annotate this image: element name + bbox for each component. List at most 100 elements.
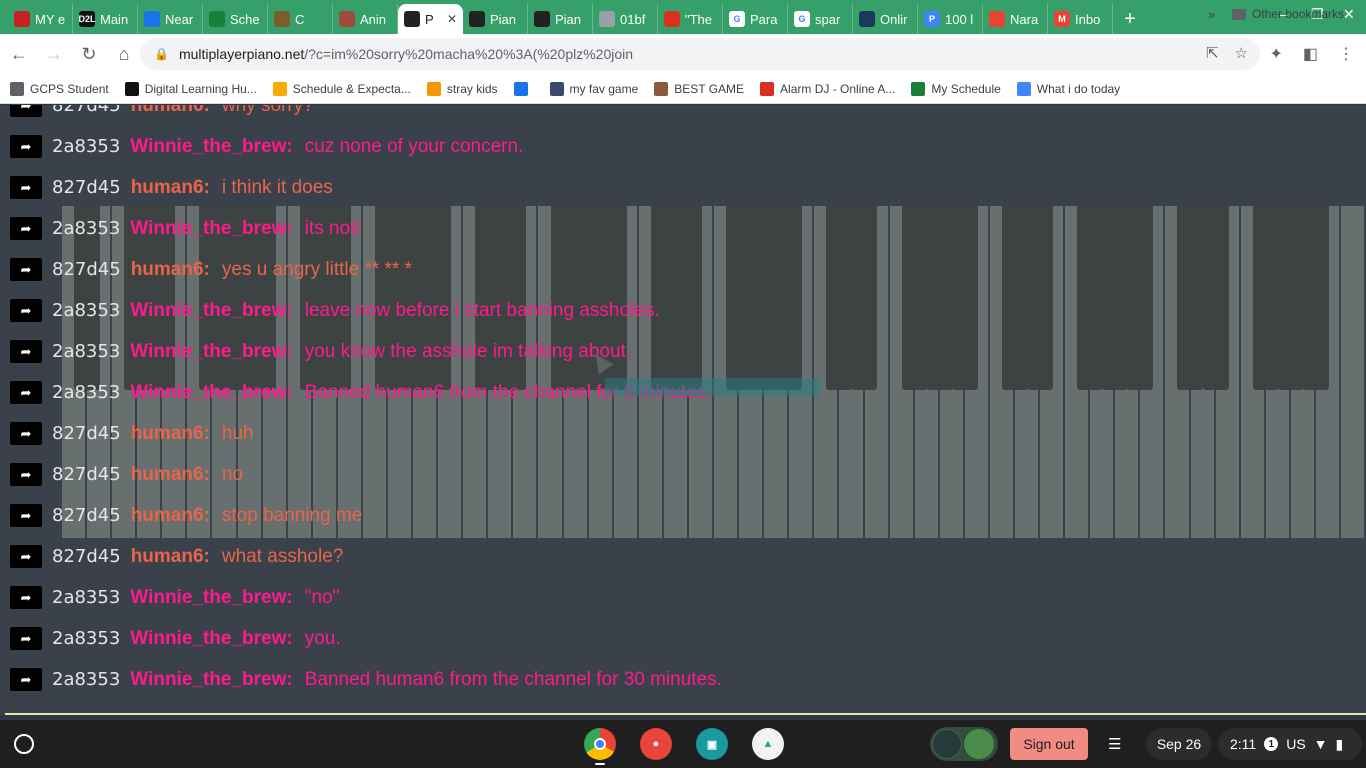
bookmark-item[interactable]: BEST GAME	[654, 81, 745, 96]
reload-button[interactable]: ↻	[73, 38, 105, 70]
bookmark-label: BEST GAME	[674, 81, 745, 96]
browser-tab[interactable]: P ✕	[398, 4, 463, 34]
tab-close-icon[interactable]: ✕	[447, 12, 457, 26]
browser-tab[interactable]: MY e	[8, 4, 73, 34]
bookmark-item[interactable]: My Schedule	[911, 81, 1001, 96]
new-tab-button[interactable]: +	[1113, 4, 1147, 34]
reply-arrow-icon[interactable]: ➦	[10, 422, 42, 445]
bookmark-item[interactable]: Schedule & Expecta...	[272, 81, 411, 96]
lock-icon[interactable]: 🔒	[154, 47, 169, 61]
arrow-left-icon: ←	[10, 43, 28, 64]
other-bookmarks[interactable]: Other bookmarks	[1232, 7, 1344, 21]
tab-favicon-icon	[469, 11, 485, 27]
bookmark-item[interactable]: stray kids	[426, 81, 498, 96]
reply-arrow-icon[interactable]: ➦	[10, 545, 42, 568]
status-tray[interactable]: 2:11 1 US ▼ ▮	[1218, 728, 1362, 760]
browser-tab[interactable]: Gspar	[788, 4, 853, 34]
reply-arrow-icon[interactable]: ➦	[10, 627, 42, 650]
browser-tab[interactable]: P 100 l	[918, 4, 983, 34]
bookmark-item[interactable]: my fav game	[549, 81, 638, 96]
reply-arrow-icon[interactable]: ➦	[10, 135, 42, 158]
reply-arrow-icon[interactable]: ➦	[10, 504, 42, 527]
launcher-icon[interactable]	[14, 734, 34, 754]
chrome-app-icon[interactable]	[584, 728, 616, 760]
extensions-puzzle-icon[interactable]: ✦	[1269, 44, 1282, 64]
tab-favicon-icon: M	[1054, 11, 1070, 27]
reply-arrow-icon[interactable]: ➦	[10, 668, 42, 691]
browser-tab[interactable]: Anin	[333, 4, 398, 34]
forward-button[interactable]: →	[38, 38, 70, 70]
message-text: i think it does	[221, 176, 333, 198]
bookmark-item[interactable]: Digital Learning Hu...	[124, 81, 257, 96]
menu-kebab-icon[interactable]: ⋮	[1338, 44, 1354, 64]
chat-message: ➦ 2a8353 Winnie_the_brew: cuz none of your …	[10, 126, 523, 167]
date-pill[interactable]: Sep 26	[1146, 728, 1212, 760]
reply-arrow-icon[interactable]: ➦	[10, 217, 42, 240]
user-name: human6:	[130, 258, 210, 280]
url-text[interactable]: multiplayerpiano.net/?c=im%20sorry%20mac…	[179, 46, 633, 62]
browser-tab[interactable]: Pian	[528, 4, 593, 34]
tab-favicon-icon	[989, 11, 1005, 27]
bookmark-star-icon[interactable]: ☆	[1235, 44, 1248, 62]
browser-tab[interactable]: Onlir	[853, 4, 918, 34]
message-text: its not/	[304, 217, 361, 239]
media-controls-icon[interactable]: ☰	[1108, 735, 1121, 753]
browser-tab[interactable]: D2L Main	[73, 4, 138, 34]
tab-favicon-icon	[339, 11, 355, 27]
message-text: cuz none of your concern.	[304, 135, 524, 157]
browser-tab[interactable]: Pian	[463, 4, 528, 34]
message-text: you.	[304, 627, 341, 649]
bookmark-item[interactable]	[513, 81, 534, 96]
side-panel-icon[interactable]: ◧	[1303, 44, 1318, 64]
close-window-icon[interactable]: ✕	[1343, 6, 1355, 23]
back-button[interactable]: ←	[3, 38, 35, 70]
reply-arrow-icon[interactable]: ➦	[10, 299, 42, 322]
chat-message: ➦ 2a8353 Winnie_the_brew: leave now before …	[10, 290, 660, 331]
message-text: why sorry?	[221, 105, 314, 116]
bookmark-item[interactable]: GCPS Student	[10, 81, 109, 96]
chat-log: ➦ 827d45 human6: why sorry? ➦ 2a8353 Winnie_th…	[0, 105, 1366, 715]
chat-message: ➦ 827d45 human6: yes u angry little ** ** *	[10, 249, 412, 290]
browser-tab[interactable]: C	[268, 4, 333, 34]
browser-tab[interactable]: G Para	[723, 4, 788, 34]
tab-title: C	[295, 11, 305, 27]
browser-tab[interactable]: "The	[658, 4, 723, 34]
reply-arrow-icon[interactable]: ➦	[10, 463, 42, 486]
reply-arrow-icon[interactable]: ➦	[10, 105, 42, 117]
reply-arrow-icon[interactable]: ➦	[10, 340, 42, 363]
browser-tab[interactable]: Sche	[203, 4, 268, 34]
tab-favicon-icon	[209, 11, 225, 27]
bookmarks-more-button[interactable]: »	[1208, 7, 1215, 22]
home-button[interactable]: ⌂	[108, 38, 140, 70]
tab-title: Onlir	[880, 11, 908, 27]
tab-title: Near	[165, 11, 194, 27]
browser-tab[interactable]: Near	[138, 4, 203, 34]
arrow-right-icon: →	[45, 43, 63, 64]
tab-favicon-icon	[859, 11, 875, 27]
browser-tab[interactable]: Nara	[983, 4, 1048, 34]
classroom-app-icon[interactable]: ▣	[696, 728, 728, 760]
user-id: 2a8353	[52, 136, 121, 157]
bookmark-item[interactable]: What i do today	[1016, 81, 1120, 96]
window-thumbnail-2[interactable]	[964, 729, 994, 759]
reply-arrow-icon[interactable]: ➦	[10, 586, 42, 609]
message-text: what asshole?	[221, 545, 344, 567]
address-bar[interactable]: 🔒 multiplayerpiano.net/?c=im%20sorry%20m…	[140, 38, 1260, 70]
tab-list: MY e D2L Main Near Sche C Anin P ✕ Pian Pian 01bf "T…	[0, 4, 1113, 34]
window-thumbnail-1[interactable]	[932, 729, 962, 759]
reply-arrow-icon[interactable]: ➦	[10, 258, 42, 281]
user-id: 827d45	[52, 546, 121, 567]
sign-out-button[interactable]: Sign out	[1010, 728, 1088, 760]
user-name: human6:	[130, 176, 210, 198]
browser-tab[interactable]: 01bf	[593, 4, 658, 34]
chat-input[interactable]	[5, 713, 1366, 715]
reply-arrow-icon[interactable]: ➦	[10, 176, 42, 199]
share-icon[interactable]: ⇱	[1206, 44, 1219, 62]
bookmark-label: stray kids	[446, 81, 498, 96]
browser-tab[interactable]: M Inbo	[1048, 4, 1113, 34]
bookmark-item[interactable]: Alarm DJ - Online A...	[760, 81, 895, 96]
drive-app-icon[interactable]: ▲	[752, 728, 784, 760]
paint-app-icon[interactable]: ●	[640, 728, 672, 760]
window-thumbnails[interactable]	[930, 727, 998, 761]
reply-arrow-icon[interactable]: ➦	[10, 381, 42, 404]
